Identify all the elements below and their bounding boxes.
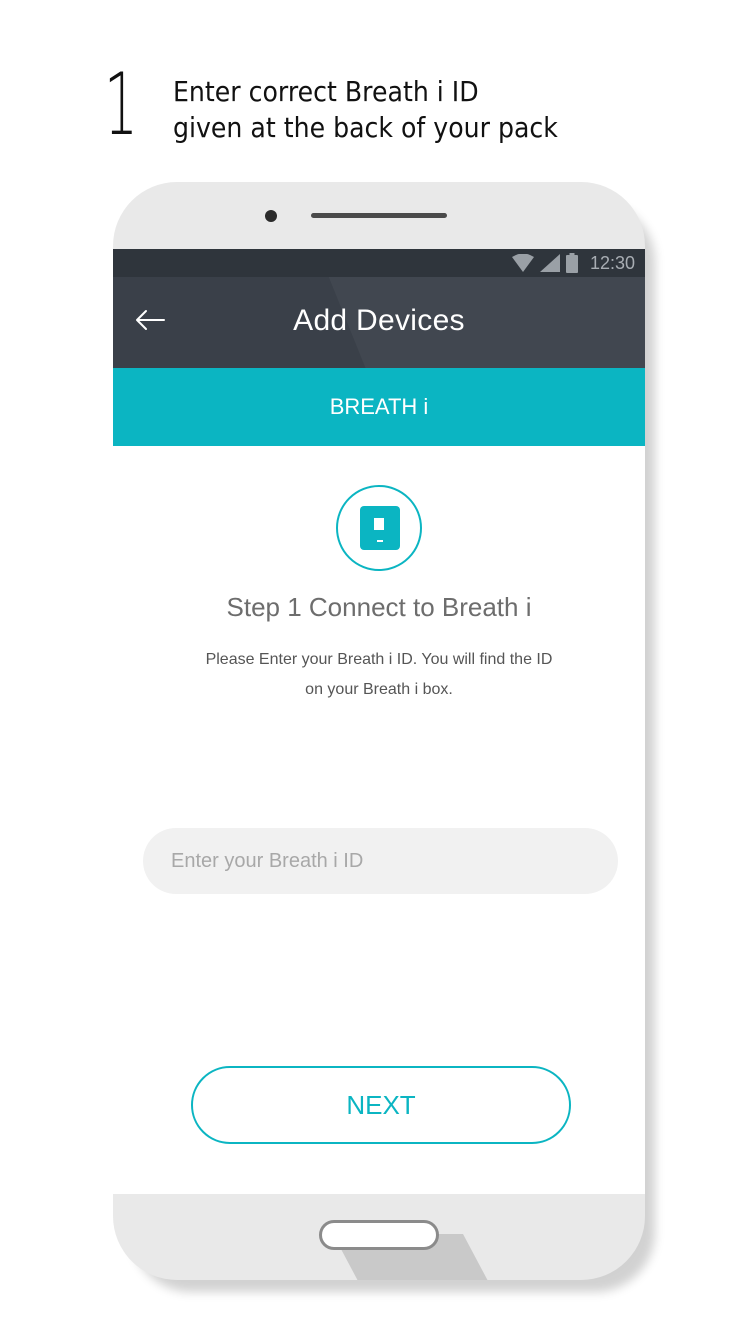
home-button[interactable]	[319, 1220, 439, 1250]
instruction-line-1: Enter correct Breath i ID	[173, 75, 479, 108]
status-icons: 12:30	[511, 252, 635, 274]
instruction-step-number: 1	[104, 55, 138, 155]
phone-camera	[265, 210, 277, 222]
instruction-line-2: given at the back of your pack	[173, 111, 558, 144]
app-screen: 12:30 Add Devices BREATH i Step 1 Connec…	[113, 249, 645, 1194]
wifi-icon	[511, 254, 534, 272]
device-icon-badge	[336, 485, 422, 571]
phone-mockup: 12:30 Add Devices BREATH i Step 1 Connec…	[113, 182, 645, 1280]
app-bar: Add Devices	[113, 277, 645, 368]
step-title: Step 1 Connect to Breath i	[226, 592, 532, 622]
phone-speaker	[311, 213, 447, 218]
device-icon	[360, 506, 400, 550]
signal-icon	[539, 254, 560, 272]
status-time: 12:30	[589, 252, 635, 273]
status-bar: 12:30	[113, 249, 645, 277]
battery-icon	[565, 253, 578, 273]
tab-breath-i[interactable]: BREATH i	[113, 394, 645, 420]
next-button[interactable]: NEXT	[191, 1066, 571, 1144]
page-title: Add Devices	[293, 304, 465, 337]
step-description: Please Enter your Breath i ID. You will …	[205, 651, 553, 698]
breath-id-input[interactable]	[143, 828, 618, 894]
tab-bar: BREATH i	[113, 368, 645, 446]
instruction-text: Enter correct Breath i ID given at the b…	[173, 74, 558, 146]
